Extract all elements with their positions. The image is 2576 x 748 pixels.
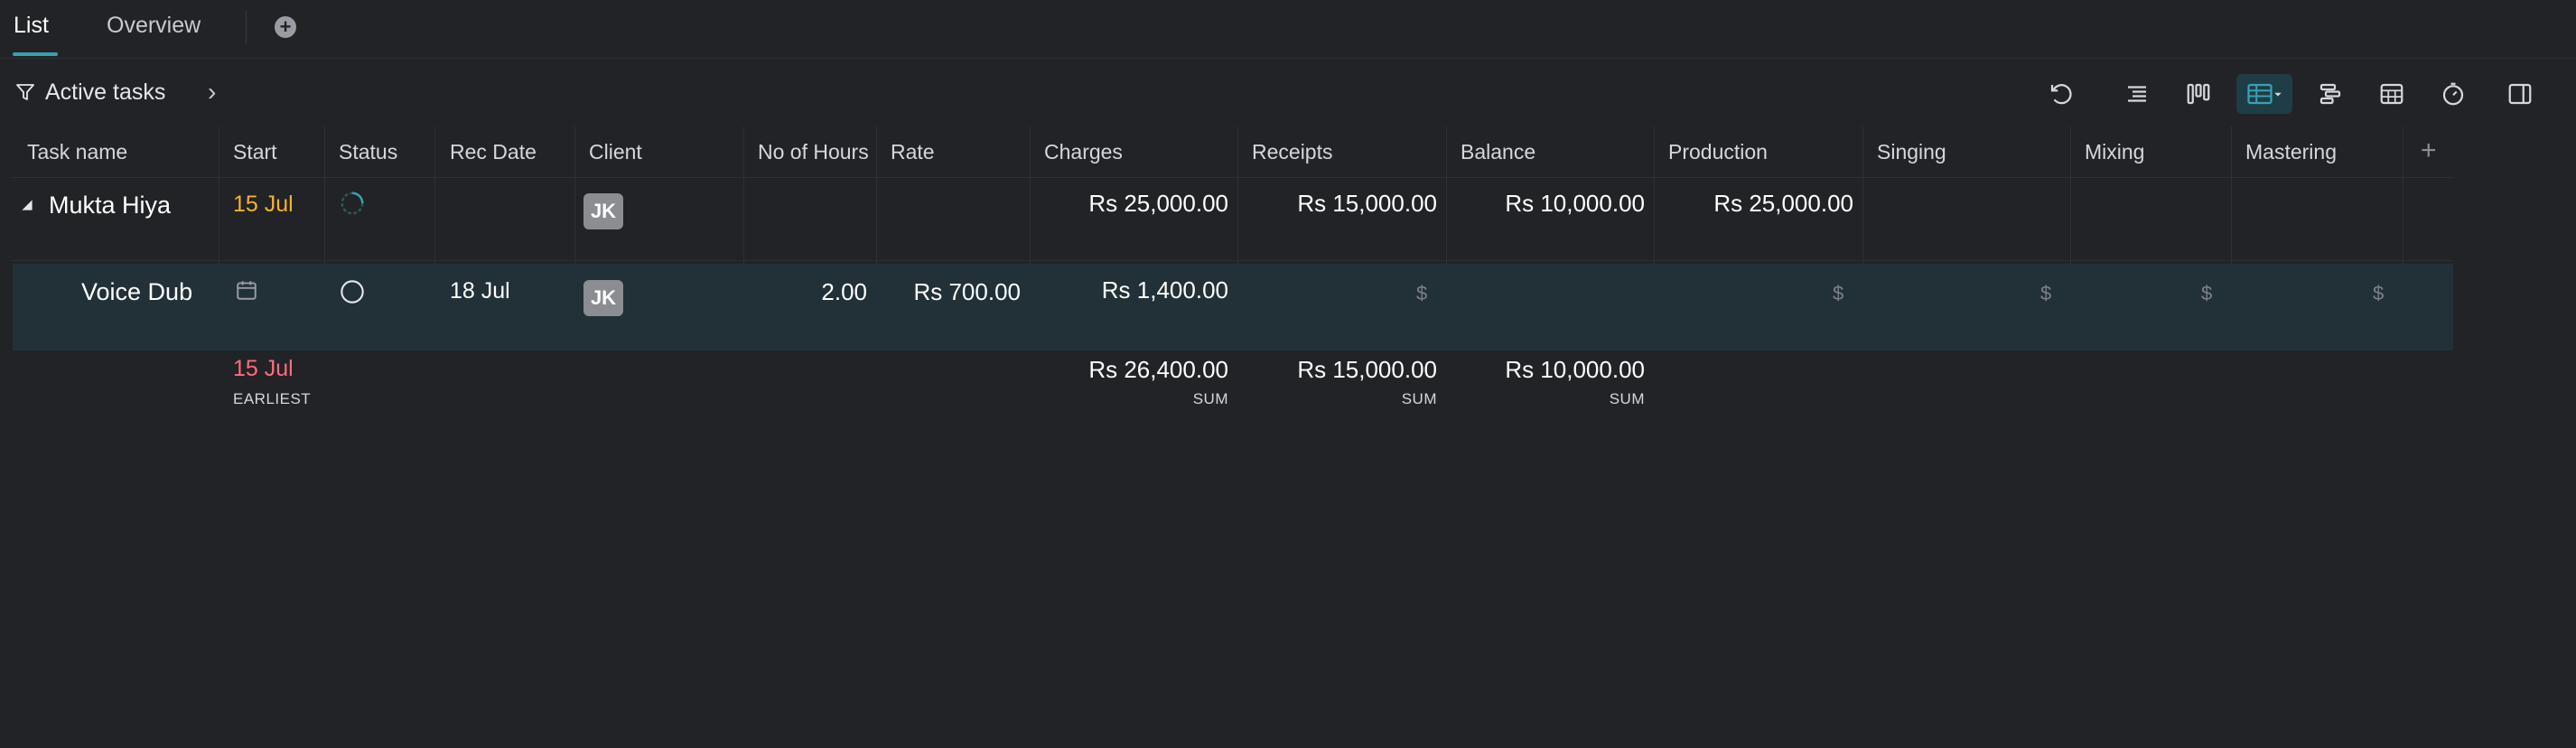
column-header-no-of-hours[interactable]: No of Hours [758, 140, 869, 164]
column-header-production[interactable]: Production [1668, 140, 1768, 164]
column-header-mixing[interactable]: Mixing [2085, 140, 2144, 164]
side-panel-icon[interactable] [2500, 74, 2540, 114]
table-row[interactable]: Mukta Hiya 15 Jul JK Rs 25,000.00 Rs 15,… [13, 177, 2453, 261]
column-header-rec-date[interactable]: Rec Date [450, 140, 537, 164]
calendar-icon[interactable] [235, 278, 258, 302]
filter-label: Active tasks [45, 79, 166, 105]
column-header-client[interactable]: Client [589, 140, 642, 164]
tab-divider [246, 11, 247, 43]
column-header-singing[interactable]: Singing [1877, 140, 1946, 164]
status-circle-icon[interactable] [340, 279, 365, 304]
column-header-receipts[interactable]: Receipts [1252, 140, 1332, 164]
receipts-value[interactable]: Rs 15,000.00 [1246, 190, 1437, 218]
receipts-sum-value: Rs 15,000.00 [1297, 356, 1437, 383]
add-view-button[interactable]: + [275, 16, 296, 38]
view-tab-bar: List Overview + [0, 0, 2576, 59]
earliest-label: EARLIEST [233, 390, 312, 407]
summary-row: 15 Jul EARLIEST Rs 26,400.00 SUM Rs 15,0… [13, 352, 2453, 407]
add-column-button[interactable]: + [2421, 136, 2437, 166]
timer-icon[interactable] [2433, 74, 2473, 114]
start-date[interactable]: 15 Jul [233, 192, 294, 218]
mastering-currency-placeholder[interactable]: $ [2373, 282, 2384, 305]
active-tab-indicator [13, 52, 58, 56]
column-header-rate[interactable]: Rate [891, 140, 935, 164]
outline-view-icon[interactable] [2117, 74, 2157, 114]
column-header-task-name[interactable]: Task name [27, 140, 127, 164]
client-avatar-badge[interactable]: JK [583, 193, 623, 229]
receipts-sum-label: SUM [1401, 390, 1437, 407]
toolbar: Active tasks › [0, 58, 2576, 126]
mixing-currency-placeholder[interactable]: $ [2201, 282, 2212, 305]
column-header-start[interactable]: Start [233, 140, 277, 164]
subtask-name[interactable]: Voice Dub [81, 278, 192, 306]
collapse-triangle-icon[interactable] [21, 199, 33, 211]
table-view-icon[interactable] [2236, 74, 2292, 114]
filter-button[interactable]: Active tasks [14, 76, 165, 108]
tab-overview[interactable]: Overview [107, 13, 201, 39]
table-header: Task name Start Status Rec Date Client N… [13, 126, 2453, 178]
charges-sum-label: SUM [1192, 390, 1228, 407]
column-header-mastering[interactable]: Mastering [2245, 140, 2337, 164]
production-value[interactable]: Rs 25,000.00 [1663, 190, 1853, 218]
hours-value[interactable]: 2.00 [738, 278, 867, 306]
balance-sum-value: Rs 10,000.00 [1505, 356, 1645, 383]
client-avatar-badge[interactable]: JK [583, 280, 623, 316]
balance-sum-label: SUM [1609, 390, 1645, 407]
charges-sum-value: Rs 26,400.00 [1088, 356, 1228, 383]
column-header-charges[interactable]: Charges [1044, 140, 1123, 164]
column-header-status[interactable]: Status [339, 140, 397, 164]
production-currency-placeholder[interactable]: $ [1833, 282, 1843, 305]
charges-value[interactable]: Rs 1,400.00 [1024, 276, 1228, 304]
progress-status-icon[interactable] [339, 190, 366, 217]
charges-value[interactable]: Rs 25,000.00 [1039, 190, 1228, 218]
rec-date[interactable]: 18 Jul [450, 278, 510, 304]
rate-value[interactable]: Rs 700.00 [871, 278, 1021, 306]
receipts-currency-placeholder[interactable]: $ [1416, 282, 1427, 305]
board-view-icon[interactable] [2179, 74, 2218, 114]
tab-list[interactable]: List [14, 13, 49, 39]
balance-value[interactable]: Rs 10,000.00 [1455, 190, 1645, 218]
gantt-view-icon[interactable] [2310, 74, 2350, 114]
calendar-view-icon[interactable] [2372, 74, 2412, 114]
column-header-balance[interactable]: Balance [1461, 140, 1535, 164]
chevron-right-icon[interactable]: › [208, 78, 216, 107]
filter-icon [16, 84, 34, 100]
singing-currency-placeholder[interactable]: $ [2040, 282, 2051, 305]
task-name[interactable]: Mukta Hiya [49, 192, 171, 220]
earliest-start-value: 15 Jul [233, 356, 294, 381]
table-row-selected[interactable]: Voice Dub 18 Jul JK 2.00 Rs 700.00 Rs 1,… [13, 264, 2453, 351]
refresh-icon[interactable] [2041, 74, 2081, 114]
